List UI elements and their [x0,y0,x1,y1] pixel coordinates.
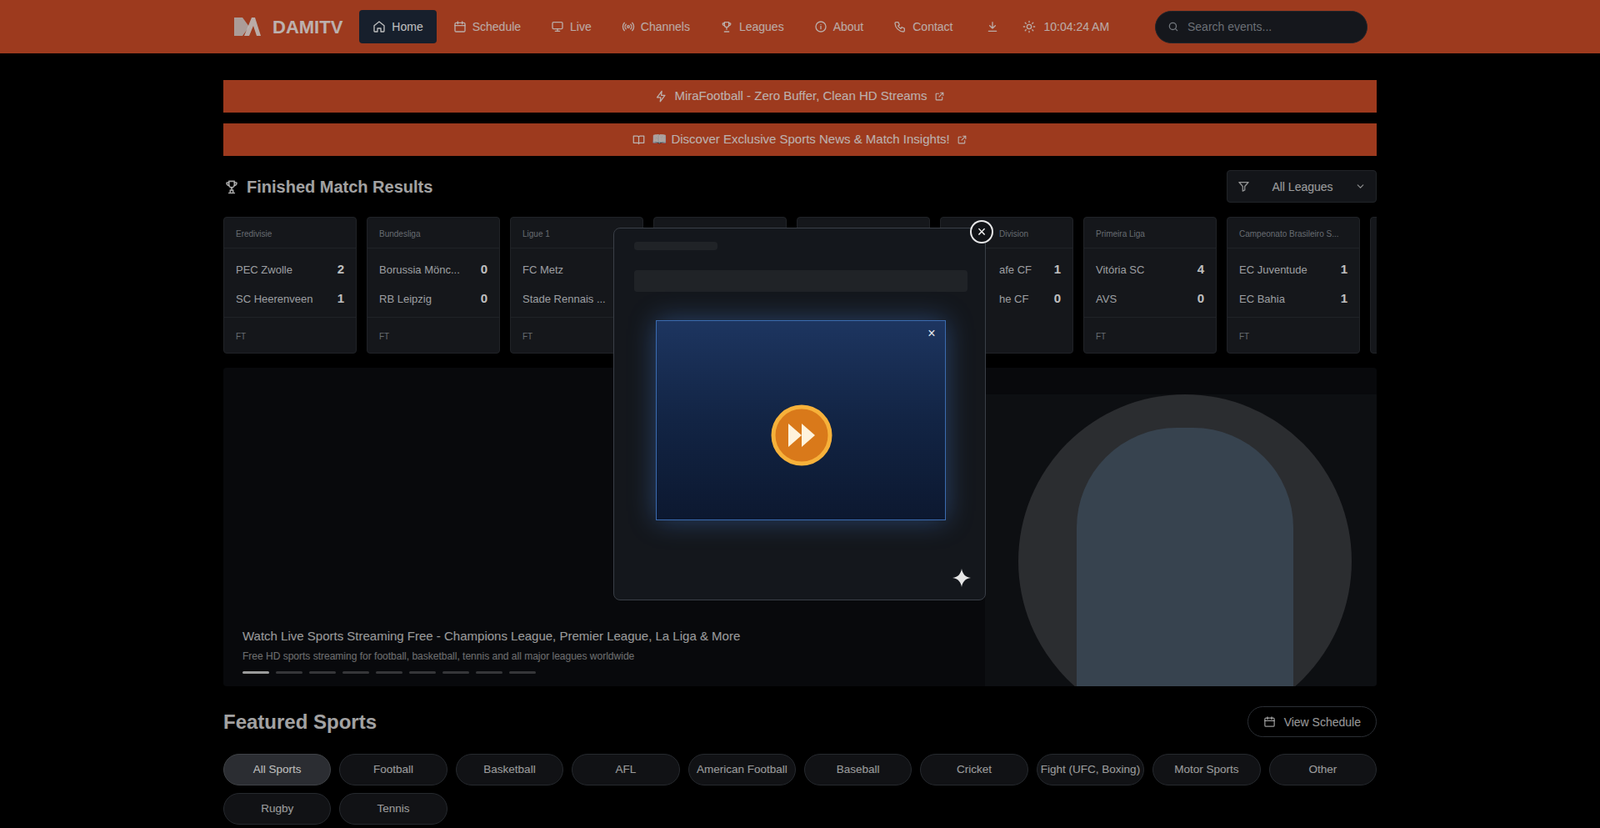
play-icon [770,403,834,467]
modal-blur-line [634,241,718,250]
ad-banner[interactable]: × [655,320,946,520]
modal-close-button[interactable]: × [970,220,994,244]
ad-modal: × × [613,227,986,600]
ad-close-button[interactable]: × [925,325,939,341]
modal-blur-row [634,270,968,292]
sparkle-icon [951,567,972,588]
